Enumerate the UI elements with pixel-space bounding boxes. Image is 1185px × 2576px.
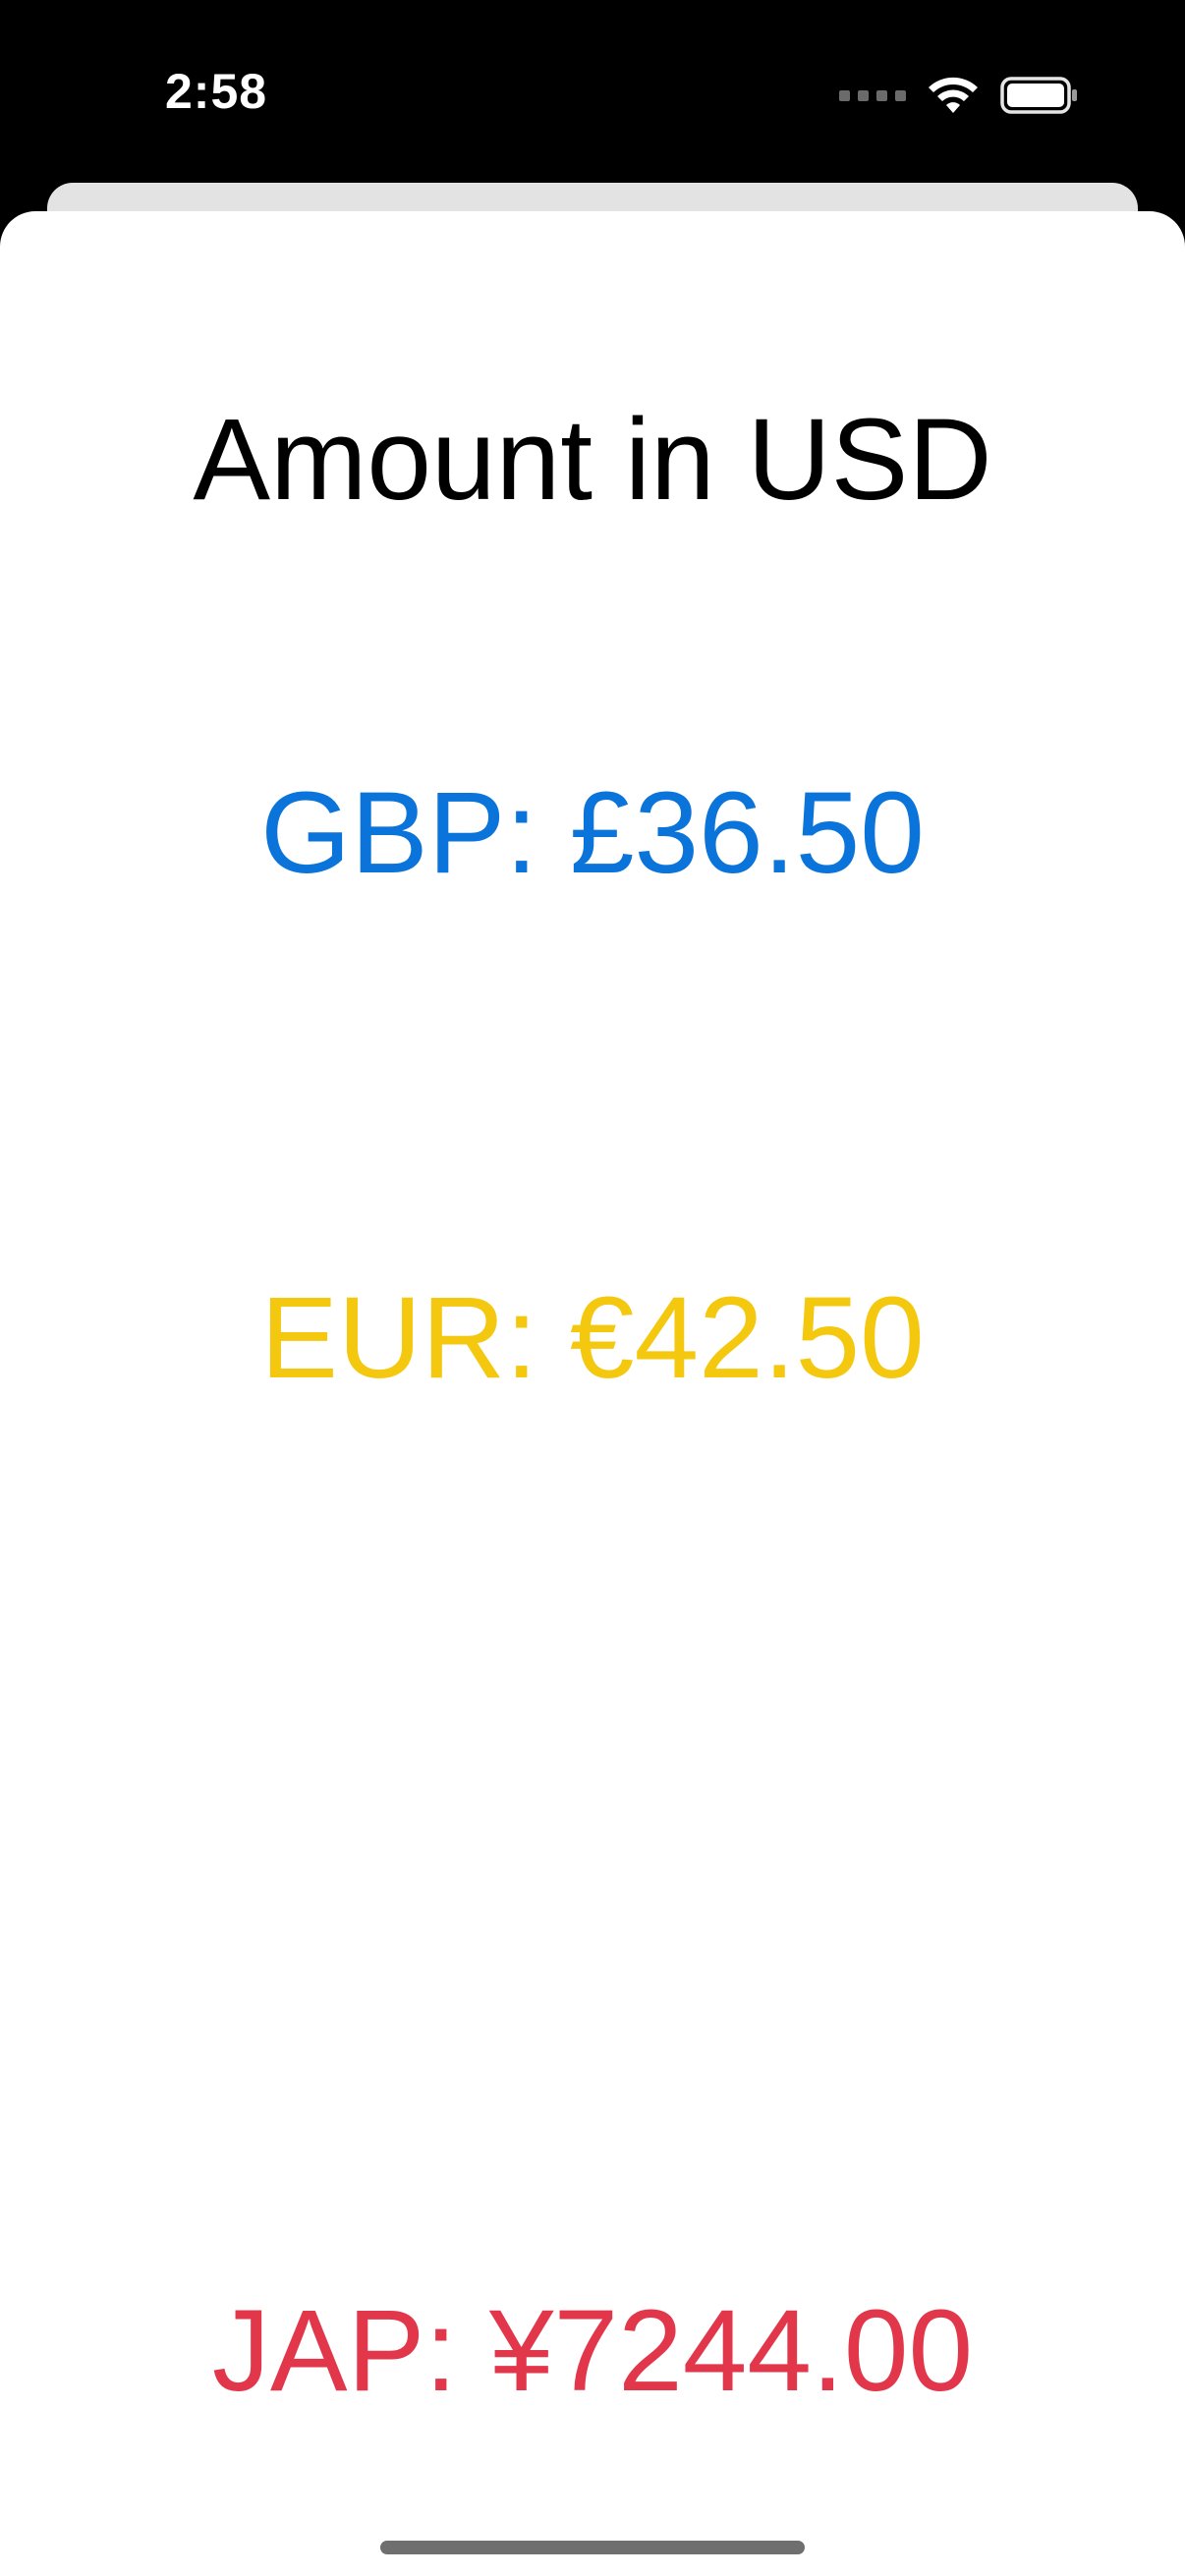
home-indicator[interactable] [380, 2541, 805, 2554]
rate-gbp: GBP: £36.50 [260, 768, 925, 898]
cellular-signal-icon [839, 89, 906, 101]
status-icons [839, 71, 1079, 120]
page-title: Amount in USD [193, 395, 992, 525]
battery-icon [1000, 77, 1077, 114]
wifi-icon [929, 77, 978, 113]
phone-screen: 2:58 Amount in USD GBP: £36.50 EUR: €42.… [0, 0, 1185, 2576]
rate-jap: JAP: ¥7244.00 [211, 2286, 974, 2416]
rate-eur: EUR: €42.50 [260, 1273, 925, 1403]
modal-sheet: Amount in USD GBP: £36.50 EUR: €42.50 JA… [0, 211, 1185, 2576]
status-time: 2:58 [165, 64, 268, 119]
status-bar: 2:58 [0, 0, 1185, 187]
